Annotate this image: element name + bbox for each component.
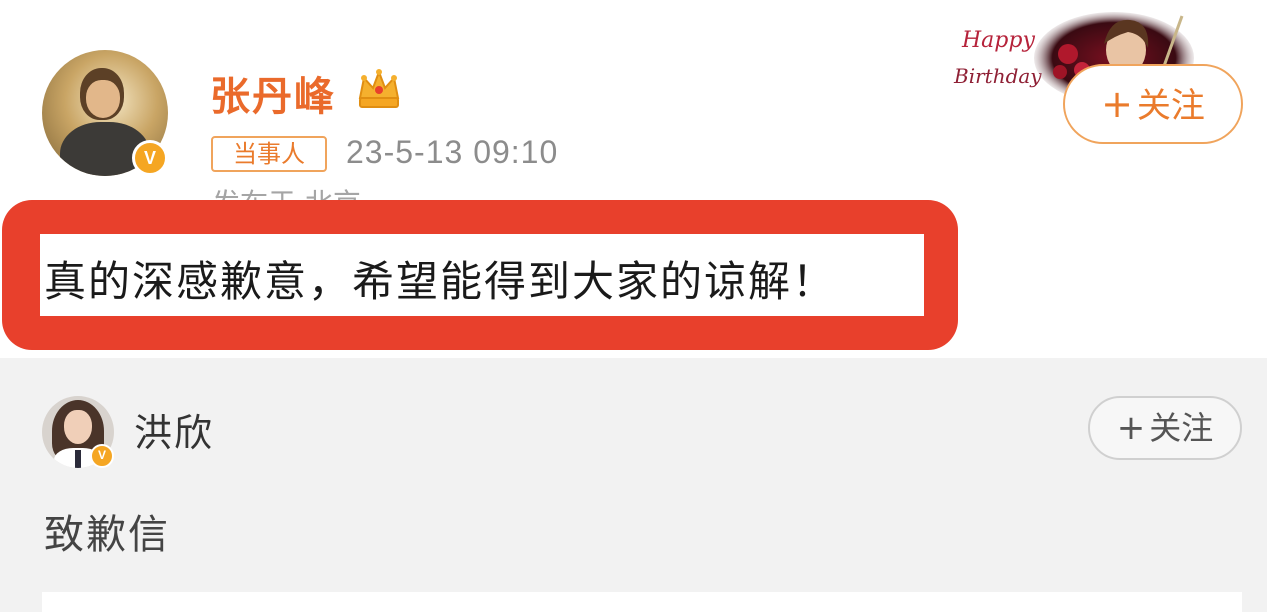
repost-avatar-face xyxy=(64,410,92,444)
post-timestamp: 23-5-13 09:10 xyxy=(346,134,559,170)
follow-label: 关注 xyxy=(1136,86,1205,126)
author-name[interactable]: 张丹峰 xyxy=(210,64,336,122)
reposted-post[interactable]: V 洪欣 + 关注 致歉信 xyxy=(0,358,1267,612)
plus-icon: + xyxy=(1116,408,1146,448)
follow-button[interactable]: + 关注 xyxy=(1063,64,1243,144)
repost-author-name[interactable]: 洪欣 xyxy=(134,402,214,457)
post-text-container: 真的深感歉意，希望能得到大家的谅解！ xyxy=(40,234,924,316)
main-post: V 张丹峰 当事人 23-5-13 09:10 发布于 北京 Happy Bir… xyxy=(0,0,1267,358)
avatar-face xyxy=(86,80,120,118)
verified-badge-icon: V xyxy=(90,444,114,468)
follow-label: 关注 xyxy=(1149,409,1214,447)
plus-icon: + xyxy=(1101,82,1133,126)
repost-text: 致歉信 xyxy=(44,512,170,558)
highlight-annotation: 真的深感歉意，希望能得到大家的谅解！ xyxy=(2,200,958,350)
crown-icon xyxy=(358,69,400,108)
verified-badge-icon: V xyxy=(132,140,168,176)
participant-tag: 当事人 xyxy=(211,136,327,172)
repost-content-card[interactable] xyxy=(42,592,1242,612)
weibo-screen: V 张丹峰 当事人 23-5-13 09:10 发布于 北京 Happy Bir… xyxy=(0,0,1267,612)
decoration-happy-text: Happy xyxy=(962,28,1035,53)
repost-avatar-tie xyxy=(75,450,81,468)
repost-follow-button[interactable]: + 关注 xyxy=(1088,396,1242,460)
decoration-birthday-text: Birthday xyxy=(954,64,1042,88)
post-text: 真的深感歉意，希望能得到大家的谅解！ xyxy=(44,257,837,306)
